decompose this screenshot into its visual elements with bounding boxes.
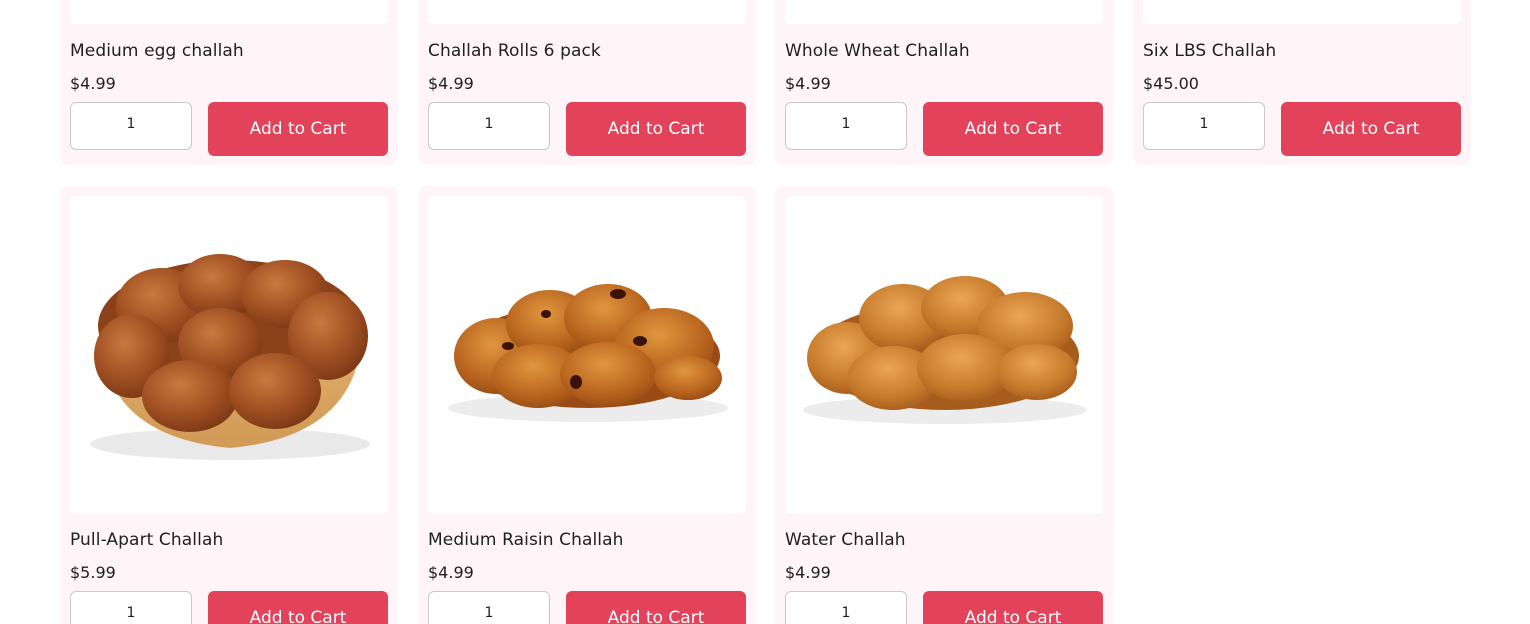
product-price: $4.99 — [428, 74, 474, 93]
add-to-cart-button[interactable]: Add to Cart — [566, 102, 746, 156]
product-grid: Medium egg challah $4.99 Add to Cart Cha… — [0, 0, 1530, 624]
product-title: Whole Wheat Challah — [785, 41, 970, 61]
product-image — [1143, 0, 1461, 24]
product-price: $4.99 — [70, 74, 116, 93]
quantity-input[interactable] — [785, 102, 907, 150]
product-image — [785, 196, 1103, 514]
product-image — [785, 0, 1103, 24]
add-to-cart-button[interactable]: Add to Cart — [566, 591, 746, 624]
add-to-cart-button[interactable]: Add to Cart — [208, 591, 388, 624]
product-card: Whole Wheat Challah $4.99 Add to Cart — [775, 0, 1113, 165]
add-to-cart-button[interactable]: Add to Cart — [923, 102, 1103, 156]
product-title: Medium Raisin Challah — [428, 530, 624, 550]
quantity-input[interactable] — [70, 102, 192, 150]
product-card: Six LBS Challah $45.00 Add to Cart — [1133, 0, 1471, 165]
product-image — [70, 0, 388, 24]
raisin-challah-photo — [448, 284, 728, 422]
quantity-input[interactable] — [428, 102, 550, 150]
product-card: Pull-Apart Challah $5.99 Add to Cart — [60, 186, 398, 624]
quantity-input[interactable] — [785, 591, 907, 624]
product-title: Pull-Apart Challah — [70, 530, 224, 550]
product-title: Water Challah — [785, 530, 906, 550]
add-to-cart-button[interactable]: Add to Cart — [923, 591, 1103, 624]
product-price: $4.99 — [428, 563, 474, 582]
water-challah-photo — [803, 276, 1087, 424]
quantity-input[interactable] — [428, 591, 550, 624]
pull-apart-challah-photo — [90, 254, 370, 460]
product-card: Water Challah $4.99 Add to Cart — [775, 186, 1113, 624]
product-price: $45.00 — [1143, 74, 1199, 93]
add-to-cart-button[interactable]: Add to Cart — [1281, 102, 1461, 156]
add-to-cart-button[interactable]: Add to Cart — [208, 102, 388, 156]
product-image — [70, 196, 388, 514]
quantity-input[interactable] — [70, 591, 192, 624]
product-card: Challah Rolls 6 pack $4.99 Add to Cart — [418, 0, 756, 165]
product-title: Medium egg challah — [70, 41, 244, 61]
product-title: Challah Rolls 6 pack — [428, 41, 601, 61]
product-price: $4.99 — [785, 563, 831, 582]
product-title: Six LBS Challah — [1143, 41, 1277, 61]
product-card: Medium egg challah $4.99 Add to Cart — [60, 0, 398, 165]
product-card: Medium Raisin Challah $4.99 Add to Cart — [418, 186, 756, 624]
product-price: $4.99 — [785, 74, 831, 93]
quantity-input[interactable] — [1143, 102, 1265, 150]
product-image — [428, 0, 746, 24]
product-price: $5.99 — [70, 563, 116, 582]
product-image — [428, 196, 746, 514]
